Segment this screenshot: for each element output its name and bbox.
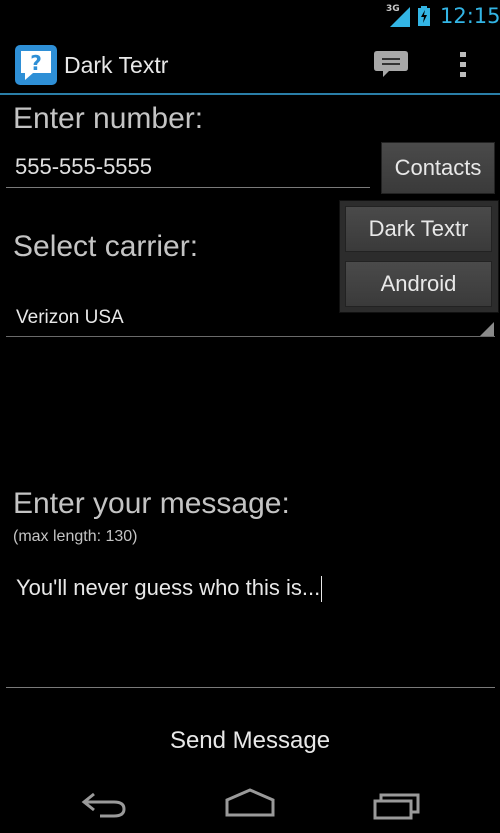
dropdown-arrow-icon bbox=[480, 322, 494, 336]
max-length-note: (max length: 130) bbox=[13, 528, 138, 545]
signal-icon bbox=[390, 7, 410, 27]
contacts-button[interactable]: Contacts bbox=[381, 142, 495, 194]
message-value: You'll never guess who this is... bbox=[16, 575, 321, 600]
message-label: Enter your message: bbox=[13, 487, 290, 520]
send-message-button[interactable]: Send Message bbox=[0, 715, 500, 767]
message-input[interactable]: You'll never guess who this is... bbox=[16, 575, 323, 603]
home-icon[interactable] bbox=[224, 788, 276, 818]
app-title: Dark Textr bbox=[64, 52, 169, 78]
carrier-selected-value: Verizon USA bbox=[16, 307, 124, 328]
popup-item-dark-textr[interactable]: Dark Textr bbox=[345, 206, 492, 252]
svg-text:?: ? bbox=[30, 51, 42, 75]
clock: 12:15 bbox=[440, 4, 500, 28]
battery-charging-icon bbox=[418, 6, 430, 26]
number-label: Enter number: bbox=[13, 102, 204, 135]
popup-item-android[interactable]: Android bbox=[345, 261, 492, 307]
back-icon[interactable] bbox=[80, 788, 128, 820]
number-input[interactable] bbox=[6, 146, 370, 188]
overflow-menu-icon[interactable] bbox=[452, 48, 474, 80]
app-icon[interactable]: ? bbox=[15, 45, 57, 85]
compose-icon[interactable] bbox=[373, 48, 409, 80]
action-bar-divider bbox=[0, 93, 500, 95]
message-input-underline bbox=[6, 687, 495, 688]
carrier-label: Select carrier: bbox=[13, 230, 199, 263]
text-cursor bbox=[321, 576, 323, 603]
recents-icon[interactable] bbox=[372, 790, 422, 820]
